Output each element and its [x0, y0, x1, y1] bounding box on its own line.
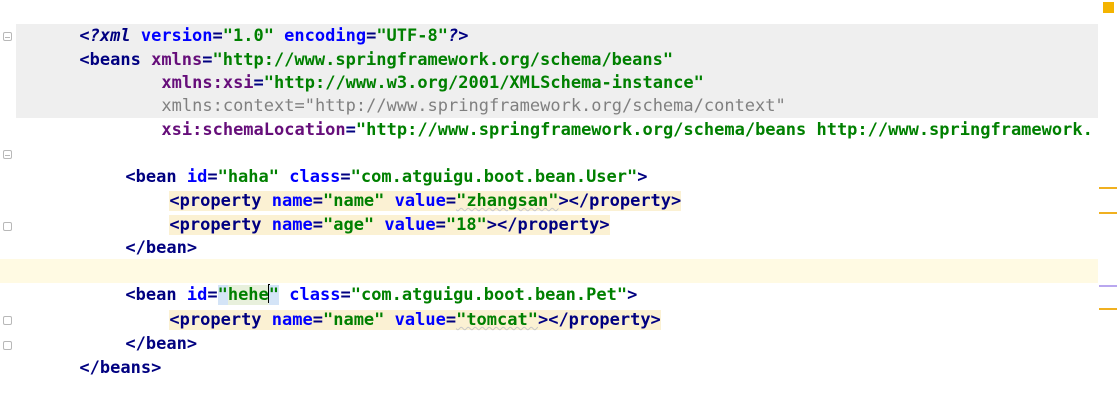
error-stripe[interactable] — [1098, 0, 1120, 403]
code-line-1[interactable]: <?xml version="1.0" encoding="UTF-8"?> — [18, 0, 1098, 46]
warning-marker[interactable] — [1099, 187, 1117, 189]
code-line-12[interactable]: <bean id="hehe" class="com.atguigu.boot.… — [0, 259, 1098, 305]
info-marker[interactable] — [1099, 285, 1117, 287]
code-line-9[interactable]: <property name="age" value="18"></proper… — [18, 189, 1098, 235]
code-line-8[interactable]: <property name="name" value="zhangsan"><… — [18, 165, 1098, 211]
warning-marker[interactable] — [1099, 308, 1117, 310]
code-editor[interactable]: <?xml version="1.0" encoding="UTF-8"?> <… — [0, 0, 1120, 403]
code-line-4[interactable]: xmlns:context="http://www.springframewor… — [18, 70, 1098, 116]
code-line-7[interactable]: <bean id="haha" class="com.atguigu.boot.… — [18, 141, 1098, 187]
code-line-14[interactable]: </bean> — [18, 308, 1098, 354]
warning-marker[interactable] — [1099, 212, 1117, 214]
code-line-13[interactable]: <property name="name" value="tomcat"></p… — [18, 284, 1098, 330]
code-line-15[interactable]: </beans> — [18, 332, 1098, 378]
code-line-10[interactable]: </bean> — [18, 212, 1098, 258]
code-line-5[interactable]: xsi:schemaLocation="http://www.springfra… — [18, 94, 1098, 140]
warning-status-icon[interactable] — [1103, 2, 1114, 13]
code-line-3[interactable]: xmlns:xsi="http://www.w3.org/2001/XMLSch… — [18, 47, 1098, 93]
code-area[interactable]: <?xml version="1.0" encoding="UTF-8"?> <… — [0, 0, 1098, 403]
code-line-2[interactable]: <beans xmlns="http://www.springframework… — [18, 24, 1098, 70]
